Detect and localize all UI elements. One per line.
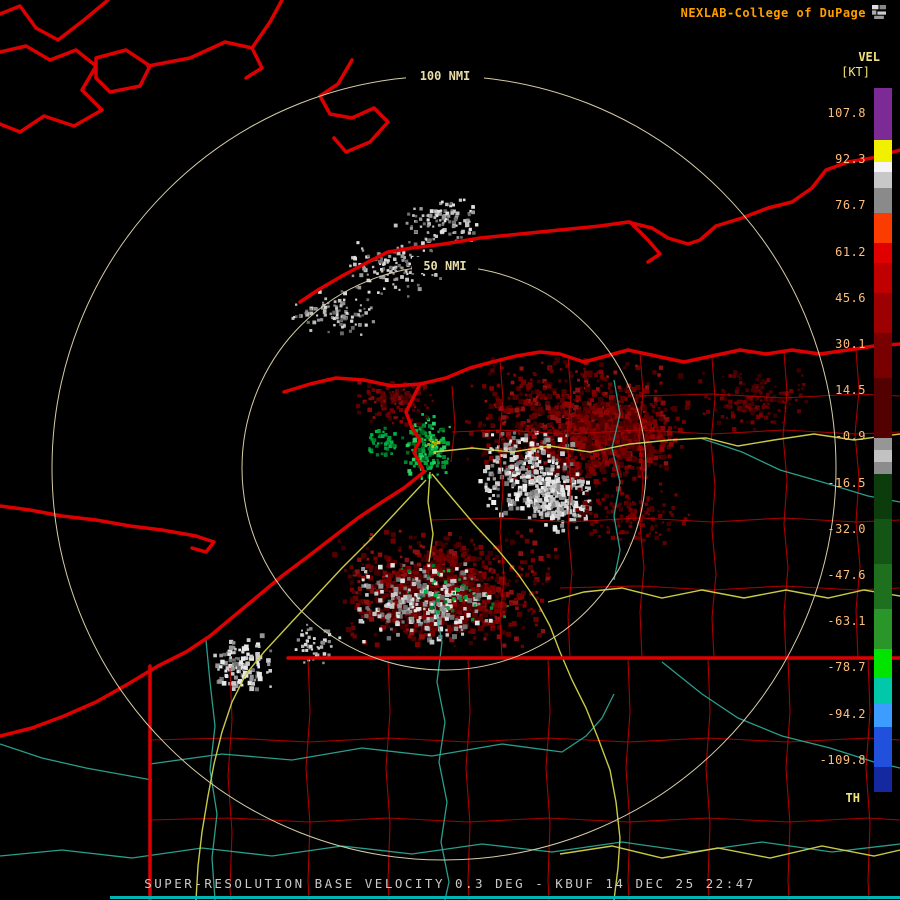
colorbar-segment	[874, 609, 892, 649]
county-line	[786, 658, 790, 900]
county-line	[306, 658, 310, 900]
shoreline-ontario-south	[284, 344, 900, 392]
local-road	[206, 640, 217, 900]
colorbar-segment	[874, 293, 892, 333]
county-line	[150, 818, 900, 822]
colorbar-segment	[874, 678, 892, 704]
county-line	[626, 658, 630, 900]
county-line	[711, 358, 716, 658]
shoreline-erie-north	[0, 506, 214, 552]
shoreline-canada	[246, 48, 262, 78]
county-line	[706, 658, 710, 900]
colorbar-segment	[874, 564, 892, 609]
highway	[560, 846, 900, 858]
colorbar-segment	[874, 333, 892, 378]
colorbar-segment	[874, 649, 892, 678]
shoreline-canada	[0, 0, 108, 40]
bottom-border-line	[110, 896, 900, 899]
colorbar-segment	[874, 263, 892, 293]
county-line	[466, 658, 470, 900]
colorbar-segment	[874, 704, 892, 727]
county-line	[866, 658, 870, 900]
colorbar-segment	[874, 462, 892, 474]
cod-logo-icon	[872, 5, 886, 19]
colorbar-segment	[874, 378, 892, 438]
colorbar-segment	[874, 162, 892, 172]
colorbar-segment	[874, 243, 892, 263]
local-road	[700, 438, 900, 502]
local-road	[662, 662, 900, 768]
colorbar-segment	[874, 88, 892, 140]
local-road	[0, 842, 900, 858]
brand-text: NEXLAB-College of DuPage	[681, 6, 866, 20]
colorbar-segment	[874, 438, 892, 450]
ring-label-100nmi: 100 NMI	[420, 69, 471, 83]
shoreline-lake	[320, 60, 388, 152]
county-line	[386, 658, 390, 900]
colorbar-segment	[874, 767, 892, 792]
local-road	[0, 744, 152, 780]
colorbar-segment	[874, 188, 892, 213]
colorbar-title: VEL	[858, 50, 880, 64]
local-road	[150, 694, 614, 764]
colorbar-segment	[874, 519, 892, 564]
shoreline-canada	[0, 46, 102, 132]
radar-display: 100 NMI 50 NMI NEXLAB-College of DuPage …	[0, 0, 900, 900]
colorbar-segment	[874, 213, 892, 243]
colorbar-segment	[874, 450, 892, 462]
ring-label-50nmi: 50 NMI	[423, 259, 466, 273]
local-road	[434, 602, 449, 900]
county-line	[855, 350, 860, 658]
colorbar-segment	[874, 474, 892, 519]
colorbar-segment	[874, 140, 892, 162]
shoreline-ontario-north	[300, 150, 900, 302]
colorbar-threshold-label: TH	[846, 791, 860, 805]
colorbar-units: [KT]	[841, 65, 870, 79]
colorbar-segment	[874, 727, 892, 767]
county-line	[640, 394, 900, 398]
radar-map: 100 NMI 50 NMI	[0, 0, 900, 900]
product-caption: SUPER-RESOLUTION BASE VELOCITY 0.3 DEG -…	[0, 876, 900, 891]
shoreline-canada	[96, 50, 150, 92]
shoreline-canada	[148, 0, 282, 66]
county-line	[546, 658, 550, 900]
colorbar-segment	[874, 172, 892, 188]
velocity-colorbar	[874, 88, 892, 792]
